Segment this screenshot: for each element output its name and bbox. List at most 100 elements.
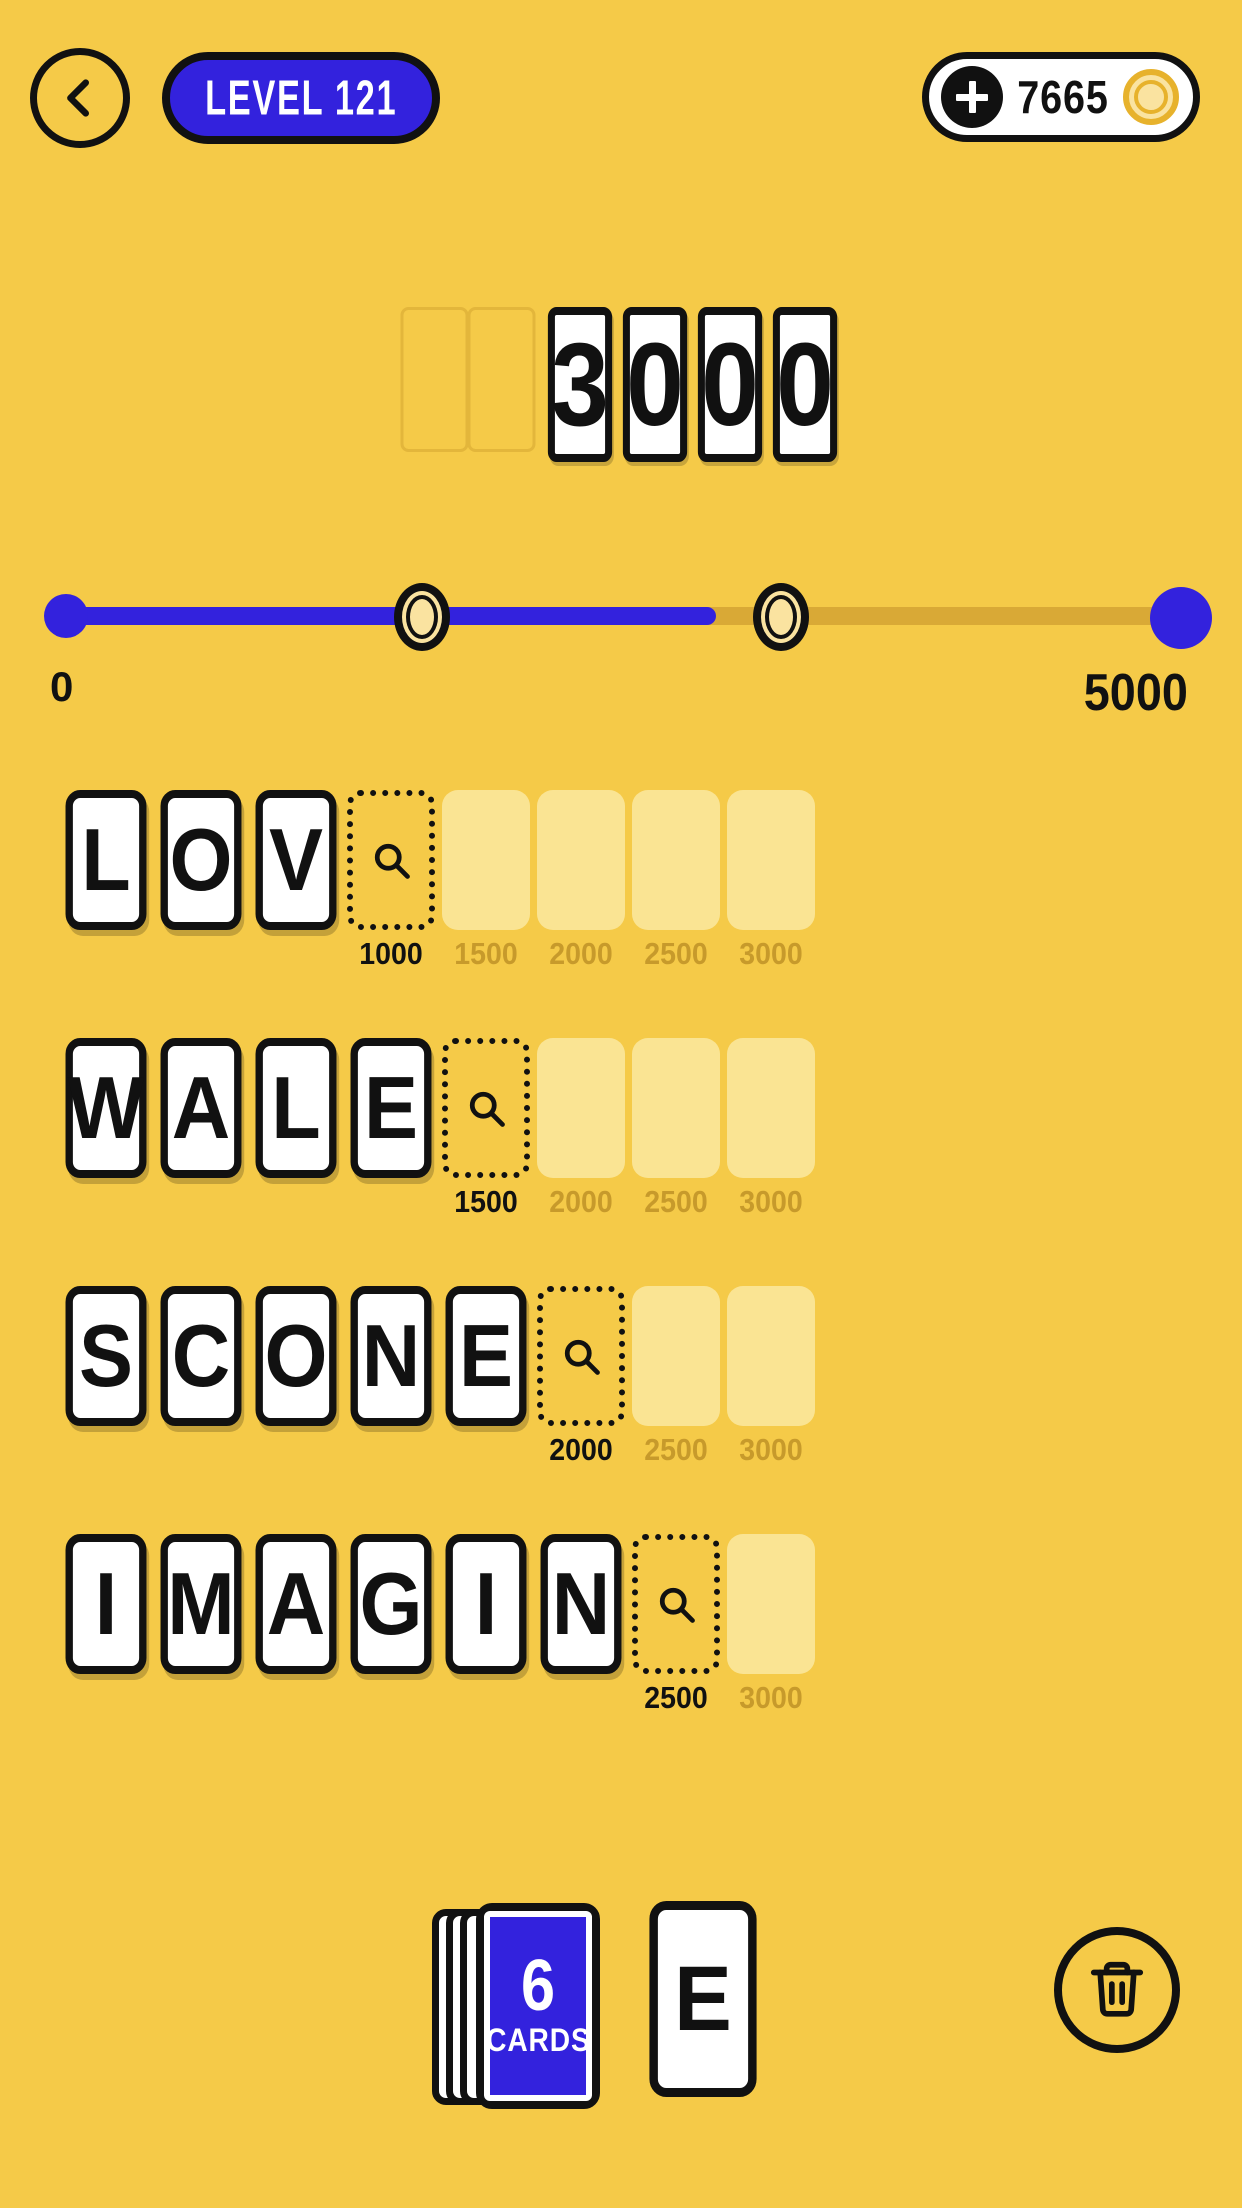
locked-cost-label: 2500 [644, 1432, 708, 1467]
letter-tile[interactable]: E [350, 1038, 432, 1178]
letter-tile[interactable]: A [160, 1038, 242, 1178]
locked-slot[interactable] [537, 1038, 625, 1178]
locked-slot[interactable] [632, 1038, 720, 1178]
letter-cell: S [62, 1286, 159, 1426]
letter-tile[interactable]: G [350, 1534, 432, 1674]
hint-cost-label: 1500 [454, 1184, 518, 1219]
score-slider[interactable]: 0 5000 [0, 575, 1242, 722]
word-row: L O V 1000 1500 2000 2500 3000 [62, 790, 1182, 1038]
letter-cell: C [157, 1286, 254, 1426]
magnifier-icon[interactable] [347, 790, 435, 930]
locked-cell: 3000 [727, 1286, 824, 1467]
letter-tile[interactable]: O [160, 790, 242, 930]
locked-slot[interactable] [632, 1286, 720, 1426]
letter-tile[interactable]: L [65, 790, 147, 930]
letter-cell: V [252, 790, 349, 930]
level-badge[interactable]: LEVEL 121 [162, 52, 440, 144]
slider-coin-marker[interactable] [394, 583, 451, 651]
locked-cost-label: 2500 [644, 1184, 708, 1219]
locked-slot[interactable] [632, 790, 720, 930]
letter-tile[interactable]: C [160, 1286, 242, 1426]
coin-balance-pill[interactable]: 7665 [922, 52, 1200, 142]
score-display: 3 0 0 0 [400, 307, 842, 462]
letter-cell: N [347, 1286, 444, 1426]
letter-cell: M [157, 1534, 254, 1674]
score-digit: 3 [547, 307, 613, 462]
next-letter-card[interactable]: E [649, 1901, 757, 2097]
letter-tile[interactable]: A [255, 1534, 337, 1674]
letter-cell: A [252, 1534, 349, 1674]
card-deck[interactable]: 6 CARDS [432, 1895, 622, 2110]
locked-slot[interactable] [727, 1286, 815, 1426]
next-letter-value: E [674, 1947, 732, 2050]
slider-end-knob[interactable] [1150, 587, 1212, 649]
magnifier-icon[interactable] [537, 1286, 625, 1426]
letter-tile[interactable]: V [255, 790, 337, 930]
locked-cell: 2500 [632, 1038, 729, 1219]
top-bar: LEVEL 121 7665 [0, 48, 1242, 156]
word-row: I M A G I N 2500 3000 [62, 1534, 1182, 1782]
deck-label: CARDS [485, 2021, 591, 2058]
slider-max-label: 5000 [1084, 664, 1189, 722]
letter-tile[interactable]: N [540, 1534, 622, 1674]
locked-cost-label: 3000 [739, 936, 803, 971]
letter-tile[interactable]: N [350, 1286, 432, 1426]
magnifier-icon[interactable] [442, 1038, 530, 1178]
locked-cost-label: 2500 [644, 936, 708, 971]
locked-cost-label: 3000 [739, 1184, 803, 1219]
letter-tile[interactable]: L [255, 1038, 337, 1178]
letter-tile[interactable]: O [255, 1286, 337, 1426]
slider-start-knob [44, 594, 88, 638]
letter-cell: E [442, 1286, 539, 1426]
letter-tile[interactable]: E [445, 1286, 527, 1426]
deck-top-card[interactable]: 6 CARDS [476, 1903, 600, 2109]
locked-cell: 2500 [632, 1286, 729, 1467]
hint-cost-label: 1000 [359, 936, 423, 971]
slider-track[interactable] [60, 607, 1182, 625]
letter-tile[interactable]: I [65, 1534, 147, 1674]
letter-tile[interactable]: W [65, 1038, 147, 1178]
locked-cell: 1500 [442, 790, 539, 971]
letter-tile[interactable]: S [65, 1286, 147, 1426]
locked-slot[interactable] [442, 790, 530, 930]
word-board: L O V 1000 1500 2000 2500 3000 W A L E 1500 2000 2500 3… [62, 790, 1182, 1782]
score-digit: 0 [772, 307, 838, 462]
hint-cell: 2000 [537, 1286, 634, 1467]
hint-cost-label: 2500 [644, 1680, 708, 1715]
hint-cell: 1500 [442, 1038, 539, 1219]
score-digit: 0 [622, 307, 688, 462]
letter-cell: E [347, 1038, 444, 1178]
slider-coin-marker[interactable] [753, 583, 810, 651]
hint-cost-label: 2000 [549, 1432, 613, 1467]
letter-cell: L [252, 1038, 349, 1178]
locked-cost-label: 3000 [739, 1680, 803, 1715]
score-digit: 0 [697, 307, 763, 462]
plus-icon[interactable] [941, 66, 1003, 128]
word-row: W A L E 1500 2000 2500 3000 [62, 1038, 1182, 1286]
word-row: S C O N E 2000 2500 3000 [62, 1286, 1182, 1534]
deck-count: 6 [520, 1946, 556, 2027]
locked-slot[interactable] [727, 790, 815, 930]
score-digits: 3 0 0 0 [542, 307, 842, 462]
level-label: LEVEL 121 [204, 69, 398, 126]
score-empty-slot [467, 307, 536, 452]
locked-cost-label: 2000 [549, 936, 613, 971]
locked-cell: 3000 [727, 790, 824, 971]
locked-slot[interactable] [727, 1038, 815, 1178]
letter-tile[interactable]: I [445, 1534, 527, 1674]
locked-slot[interactable] [727, 1534, 815, 1674]
magnifier-icon[interactable] [632, 1534, 720, 1674]
locked-slot[interactable] [537, 790, 625, 930]
locked-cell: 3000 [727, 1038, 824, 1219]
locked-cell: 2000 [537, 790, 634, 971]
letter-cell: O [157, 790, 254, 930]
trash-icon [1086, 1957, 1148, 2024]
back-button[interactable] [30, 48, 130, 148]
letter-cell: L [62, 790, 159, 930]
letter-cell: I [442, 1534, 539, 1674]
letter-tile[interactable]: M [160, 1534, 242, 1674]
locked-cell: 2000 [537, 1038, 634, 1219]
discard-button[interactable] [1054, 1927, 1180, 2053]
slider-fill [60, 607, 717, 625]
hint-cell: 1000 [347, 790, 444, 971]
